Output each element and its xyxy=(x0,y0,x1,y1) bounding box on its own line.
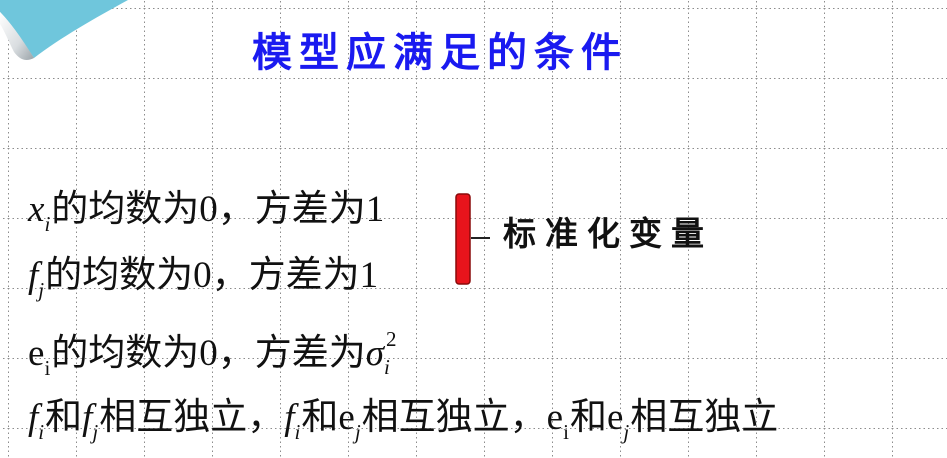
condition-text: 和 xyxy=(45,397,83,438)
variable-f: f xyxy=(28,255,39,296)
condition-text: 和 xyxy=(301,397,339,438)
subscript-i: i xyxy=(563,420,569,444)
condition-text: 相互独立， xyxy=(361,397,547,438)
slide-title: 模型应满足的条件 xyxy=(252,30,628,76)
subscript-i: i xyxy=(44,212,51,236)
condition-text: 相互独立 xyxy=(630,397,779,438)
subscript-i: i xyxy=(384,355,390,379)
subscript-i: i xyxy=(38,420,45,444)
sigma-scripts: 2i xyxy=(384,328,398,379)
subscript-j: j xyxy=(354,420,361,444)
variable-e: e xyxy=(28,333,45,374)
variable-f: f xyxy=(82,397,93,438)
condition-line-3: ei的均数为0，方差为σ 2 i xyxy=(28,328,398,380)
condition-line-1: xi的均数为0，方差为1 xyxy=(28,188,384,236)
variable-f: f xyxy=(28,397,39,438)
variable-e: e xyxy=(546,397,564,438)
condition-text: 相互独立， xyxy=(99,397,285,438)
bracket-label: 标准化变量 xyxy=(503,214,713,253)
subscript-i: i xyxy=(44,356,51,380)
variable-sigma: σ xyxy=(365,333,385,374)
superscript-2: 2 xyxy=(386,327,397,351)
condition-text: 的均数为0，方差为1 xyxy=(51,189,385,230)
bracket-bar xyxy=(455,193,471,285)
subscript-i: i xyxy=(294,420,301,444)
subscript-j: j xyxy=(38,278,45,302)
condition-line-2: fj的均数为0，方差为1 xyxy=(28,254,378,302)
condition-text: 的均数为0，方差为 xyxy=(51,333,366,374)
variable-f: f xyxy=(284,397,295,438)
subscript-j: j xyxy=(623,420,630,444)
condition-line-4: fi和fj相互独立，fi和ej相互独立，ei和ej相互独立 xyxy=(28,396,778,444)
variable-e: e xyxy=(606,397,624,438)
condition-text: 的均数为0，方差为1 xyxy=(45,255,379,296)
condition-text: 和 xyxy=(569,397,607,438)
variable-e: e xyxy=(338,397,355,438)
subscript-j: j xyxy=(92,420,99,444)
variable-x: x xyxy=(28,189,45,230)
